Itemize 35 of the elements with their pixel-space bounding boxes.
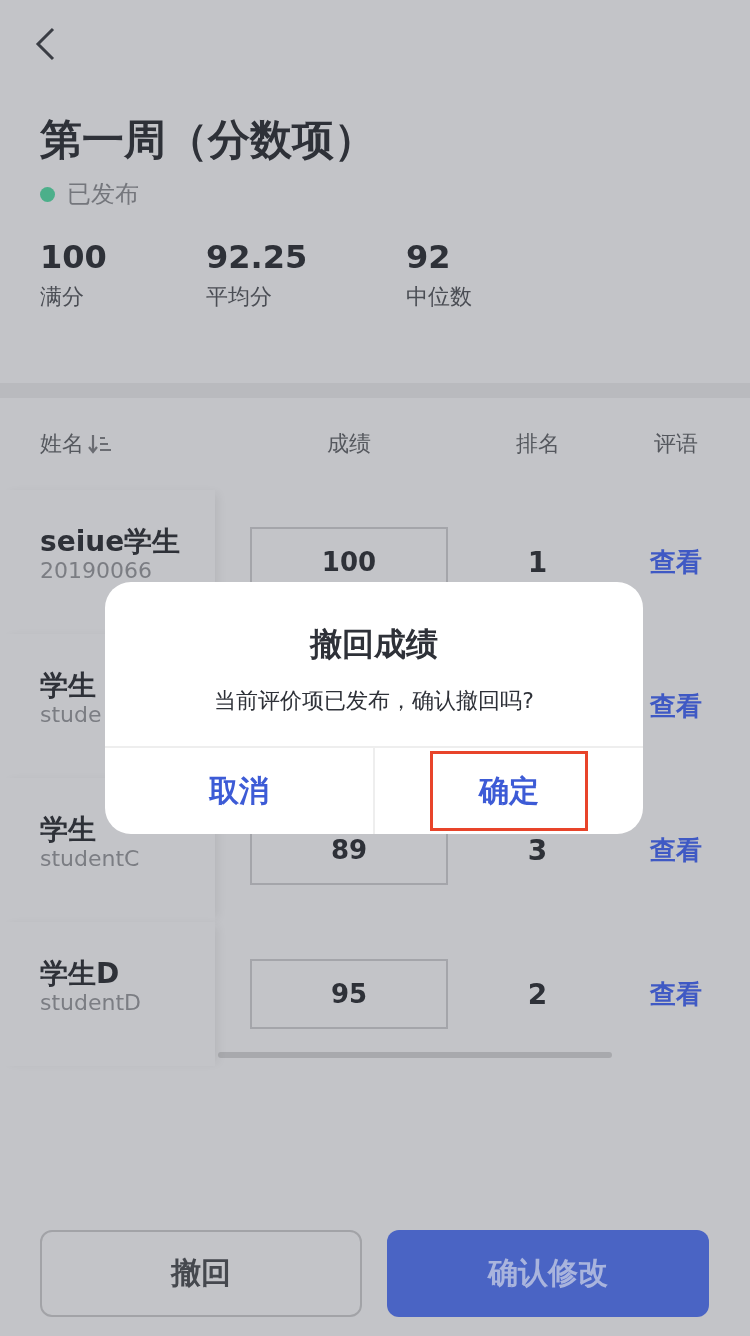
student-id: studentC (40, 847, 140, 871)
page-title: 第一周（分数项） (40, 114, 377, 166)
column-header: 姓名 (40, 430, 84, 458)
student-name: 学生 (40, 669, 96, 703)
stat-label: 中位数 (406, 283, 472, 311)
column-header: 排名 (515, 430, 560, 458)
column-header: 评语 (654, 430, 698, 458)
student-name: 学生D (40, 957, 120, 991)
student-name: 学生 (40, 813, 96, 847)
ok-button[interactable]: 确定 (430, 751, 588, 831)
view-link[interactable]: 查看 (650, 832, 702, 868)
dialog-message: 当前评价项已发布，确认撤回吗? (213, 687, 535, 715)
stat-value: 100 (40, 238, 108, 276)
student-name: seiue学生 (40, 525, 181, 559)
stat-label: 平均分 (206, 283, 273, 311)
dialog-title: 撤回成绩 (308, 624, 439, 664)
student-id: stude (40, 703, 102, 727)
stat-value: 92 (406, 238, 452, 276)
rank-text: 2 (527, 977, 548, 1011)
back-icon[interactable] (34, 26, 56, 62)
view-link[interactable]: 查看 (650, 976, 702, 1012)
rank-text: 1 (527, 545, 548, 579)
student-id: studentD (40, 991, 142, 1015)
student-id: 20190066 (40, 559, 152, 583)
column-header: 成绩 (327, 430, 371, 458)
stat-value: 92.25 (206, 238, 309, 276)
status-label: 已发布 (67, 179, 139, 210)
scrollbar[interactable] (218, 1052, 612, 1058)
withdraw-button[interactable]: 撤回 (40, 1230, 362, 1317)
view-link[interactable]: 查看 (650, 544, 702, 580)
sort-icon[interactable] (88, 434, 112, 454)
rank-text: 3 (527, 833, 548, 867)
view-link[interactable]: 查看 (650, 688, 702, 724)
stat-label: 满分 (40, 283, 85, 311)
score-input[interactable]: 95 (250, 959, 448, 1029)
